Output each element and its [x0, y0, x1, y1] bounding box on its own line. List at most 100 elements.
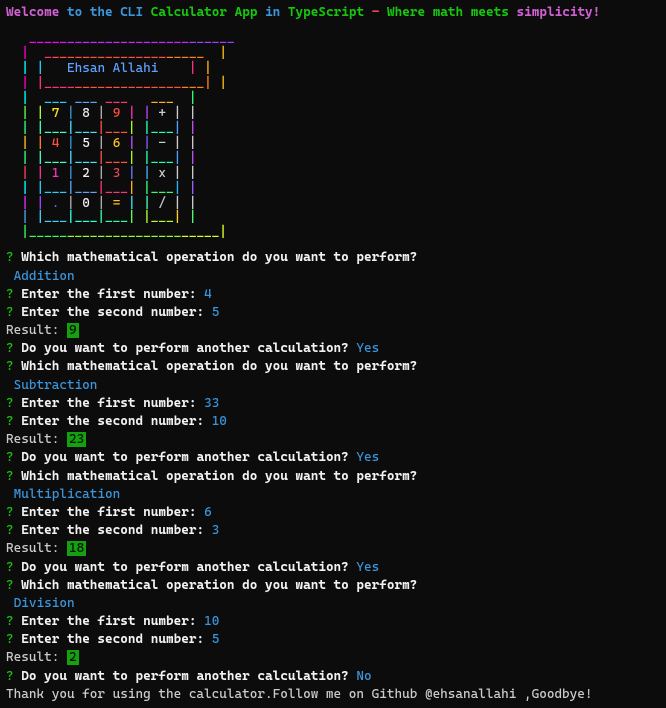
prompt-line: ? Do you want to perform another calcula…: [6, 668, 660, 686]
selected-operation: Subtraction: [6, 377, 660, 395]
banner-word: Welcome: [6, 5, 59, 20]
prompt-operation: Which mathematical operation do you want…: [21, 469, 417, 484]
input-value: 3: [212, 523, 220, 538]
prompt-line: ? Enter the second number: 3: [6, 522, 660, 540]
prompt-line: ? Do you want to perform another calcula…: [6, 449, 660, 467]
selected-operation: Multiplication: [6, 486, 660, 504]
prompt-another: Do you want to perform another calculati…: [21, 669, 349, 684]
prompt-second: Enter the second number:: [21, 632, 204, 647]
prompt-line: ? Enter the first number: 4: [6, 286, 660, 304]
ascii-calculator: ___________________________ | __________…: [6, 32, 660, 241]
banner-word: meets: [471, 5, 509, 20]
question-mark-icon: ?: [6, 578, 14, 593]
key-1: 1: [52, 166, 60, 181]
ascii-row: | |___|___|___| |___| |: [6, 182, 660, 197]
result-line: Result: 23: [6, 431, 660, 449]
question-mark-icon: ?: [6, 287, 14, 302]
answer-no: No: [356, 669, 371, 684]
prompt-line: ? Which mathematical operation do you wa…: [6, 577, 660, 595]
question-mark-icon: ?: [6, 359, 14, 374]
question-mark-icon: ?: [6, 450, 14, 465]
input-value: 4: [204, 287, 212, 302]
question-mark-icon: ?: [6, 614, 14, 629]
ascii-row: | | 4 | 5 | 6 | | - | |: [6, 137, 660, 152]
input-value: 33: [204, 396, 219, 411]
key-5: 5: [82, 136, 90, 151]
result-value: 2: [67, 650, 79, 665]
prompt-line: ? Which mathematical operation do you wa…: [6, 468, 660, 486]
question-mark-icon: ?: [6, 669, 14, 684]
prompt-line: ? Enter the second number: 5: [6, 631, 660, 649]
key-7: 7: [52, 106, 60, 121]
prompt-line: ? Enter the first number: 6: [6, 504, 660, 522]
ascii-row: | |___|___|___| |___| |: [6, 211, 660, 226]
input-value: 5: [212, 632, 220, 647]
prompt-operation: Which mathematical operation do you want…: [21, 578, 417, 593]
key-3: 3: [113, 166, 121, 181]
key-dot: .: [52, 196, 60, 211]
prompt-line: ? Do you want to perform another calcula…: [6, 559, 660, 577]
prompt-first: Enter the first number:: [21, 505, 196, 520]
input-value: 10: [212, 414, 227, 429]
banner-word: CLI: [120, 5, 143, 20]
key-0: 0: [82, 196, 90, 211]
question-mark-icon: ?: [6, 250, 14, 265]
prompt-line: ? Do you want to perform another calcula…: [6, 340, 660, 358]
op-plus: +: [158, 106, 166, 121]
banner-word: the: [90, 5, 113, 20]
banner-word: in: [265, 5, 280, 20]
banner-word: Where: [387, 5, 425, 20]
prompt-line: ? Which mathematical operation do you wa…: [6, 249, 660, 267]
ascii-row: | | Ehsan Allahi | |: [6, 62, 660, 77]
question-mark-icon: ?: [6, 341, 14, 356]
banner-word: math: [433, 5, 463, 20]
result-value: 9: [67, 323, 79, 338]
banner-word: Calculator: [151, 5, 227, 20]
ascii-row: | | 7 | 8 | 9 | | + | |: [6, 107, 660, 122]
result-value: 18: [67, 541, 86, 556]
result-line: Result: 18: [6, 540, 660, 558]
banner-word: TypeScript: [288, 5, 364, 20]
answer-yes: Yes: [356, 341, 379, 356]
prompt-another: Do you want to perform another calculati…: [21, 341, 349, 356]
prompt-another: Do you want to perform another calculati…: [21, 560, 349, 575]
selected-operation: Addition: [6, 268, 660, 286]
cli-session: ? Which mathematical operation do you wa…: [6, 249, 660, 704]
question-mark-icon: ?: [6, 505, 14, 520]
prompt-operation: Which mathematical operation do you want…: [21, 359, 417, 374]
question-mark-icon: ?: [6, 523, 14, 538]
ascii-row: ___________________________: [6, 32, 660, 47]
result-line: Result: 2: [6, 649, 660, 667]
answer-yes: Yes: [356, 560, 379, 575]
banner-word: App: [235, 5, 258, 20]
prompt-line: ? Which mathematical operation do you wa…: [6, 358, 660, 376]
ascii-row: | |___|___|___| |___| |: [6, 152, 660, 167]
prompt-first: Enter the first number:: [21, 614, 196, 629]
welcome-banner: Welcome to the CLI Calculator App in Typ…: [6, 4, 660, 22]
prompt-another: Do you want to perform another calculati…: [21, 450, 349, 465]
question-mark-icon: ?: [6, 560, 14, 575]
prompt-second: Enter the second number:: [21, 523, 204, 538]
op-times: x: [158, 166, 166, 181]
input-value: 6: [204, 505, 212, 520]
ascii-row: |_________________________|: [6, 226, 660, 241]
key-4: 4: [52, 136, 60, 151]
ascii-row: | | . | 0 | = | | / | |: [6, 197, 660, 212]
input-value: 10: [204, 614, 219, 629]
input-value: 5: [212, 305, 220, 320]
goodbye-message: Thank you for using the calculator.Follo…: [6, 686, 660, 704]
op-div: /: [158, 196, 166, 211]
result-line: Result: 9: [6, 322, 660, 340]
prompt-second: Enter the second number:: [21, 414, 204, 429]
ascii-row: | |___|___|___| |___| |: [6, 122, 660, 137]
question-mark-icon: ?: [6, 396, 14, 411]
prompt-operation: Which mathematical operation do you want…: [21, 250, 417, 265]
ascii-row: | ___ ___ ___ ___ |: [6, 92, 660, 107]
key-eq: =: [113, 196, 121, 211]
question-mark-icon: ?: [6, 469, 14, 484]
ascii-row: | | 1 | 2 | 3 | | x | |: [6, 167, 660, 182]
prompt-line: ? Enter the first number: 10: [6, 613, 660, 631]
selected-operation: Division: [6, 595, 660, 613]
prompt-second: Enter the second number:: [21, 305, 204, 320]
banner-word: -: [372, 5, 380, 20]
